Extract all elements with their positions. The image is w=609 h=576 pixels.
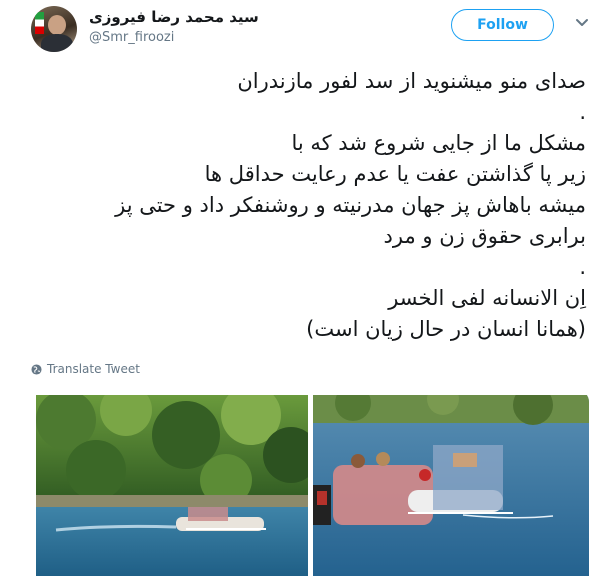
photo-boat-passengers-image <box>313 395 589 576</box>
photo-jetski-lake-image <box>36 395 308 576</box>
tweet-line: اِن الانسانه لفی الخسر <box>388 286 586 310</box>
tweet-line: . <box>579 100 586 124</box>
translate-tweet-link[interactable]: Translate Tweet <box>31 362 140 376</box>
tweet-text: صدای منو میشنوید از سد لفور مازندران . م… <box>115 66 586 345</box>
tweet-media-grid <box>31 390 589 576</box>
tweet-line: زیر پا گذاشتن عفت یا عدم رعایت حداقل ها <box>204 162 586 186</box>
tweet-line: میشه باهاش پز جهان مدرنیته و روشنفکر داد… <box>115 193 586 217</box>
flag-icon <box>35 12 44 34</box>
translate-label[interactable]: Translate Tweet <box>47 362 140 376</box>
author-avatar[interactable] <box>31 6 77 52</box>
author-handle[interactable]: @Smr_firoozi <box>89 30 174 45</box>
follow-button[interactable]: Follow <box>451 9 554 41</box>
globe-icon <box>31 363 42 375</box>
tweet-line: برابری حقوق زن و مرد <box>383 224 586 248</box>
author-display-name[interactable]: سید محمد رضا فیروزی <box>89 8 259 26</box>
tweet-line: . <box>579 255 586 279</box>
tweet-line: مشکل ما از جایی شروع شد که با <box>291 131 586 155</box>
tweet-line: (همانا انسان در حال زیان است) <box>306 317 586 341</box>
chevron-down-icon[interactable] <box>575 18 589 28</box>
tweet-line: صدای منو میشنوید از سد لفور مازندران <box>237 69 586 93</box>
photo-jetski-lake[interactable] <box>36 395 308 576</box>
photo-boat-passengers[interactable] <box>313 395 589 576</box>
